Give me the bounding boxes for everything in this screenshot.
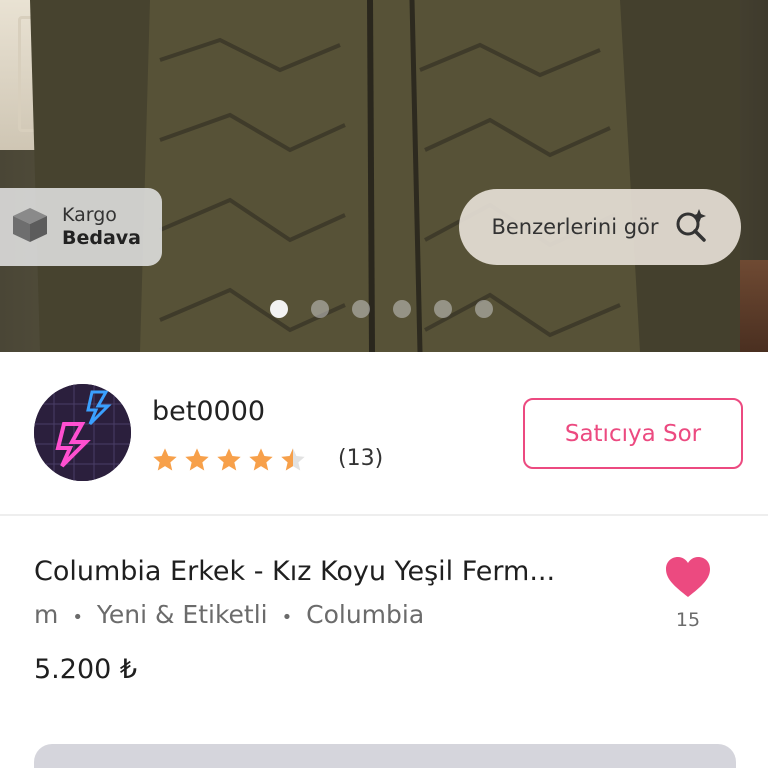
carousel-dot[interactable] xyxy=(352,300,370,318)
product-brand[interactable]: Columbia xyxy=(306,600,424,629)
carousel-dot[interactable] xyxy=(311,300,329,318)
see-similar-label: Benzerlerini gör xyxy=(491,215,659,239)
seller-rating xyxy=(151,446,307,474)
star-full-icon xyxy=(153,448,177,471)
visual-search-icon xyxy=(673,207,709,248)
free-shipping-badge: Kargo Bedava xyxy=(0,188,162,266)
free-label: Bedava xyxy=(62,227,141,249)
seller-avatar[interactable] xyxy=(34,384,131,481)
product-title: Columbia Erkek - Kız Koyu Yeşil Ferm... xyxy=(34,556,556,587)
star-full-icon xyxy=(249,448,273,471)
carousel-dot[interactable] xyxy=(475,300,493,318)
see-similar-button[interactable]: Benzerlerini gör xyxy=(459,189,741,265)
meta-separator: • xyxy=(281,607,293,628)
like-button[interactable]: 15 xyxy=(664,555,712,631)
star-full-icon xyxy=(185,448,209,471)
seller-name[interactable]: bet0000 xyxy=(152,396,265,427)
heart-icon[interactable] xyxy=(664,555,712,599)
product-meta: m • Yeni & Etiketli • Columbia xyxy=(34,600,424,629)
star-full-icon xyxy=(217,448,241,471)
product-size: m xyxy=(34,600,59,629)
rating-count: (13) xyxy=(338,446,384,471)
product-condition: Yeni & Etiketli xyxy=(96,600,268,629)
package-icon xyxy=(10,205,50,249)
star-half-icon xyxy=(281,448,305,471)
carousel-dot[interactable] xyxy=(393,300,411,318)
cargo-label: Kargo xyxy=(62,204,117,227)
meta-separator: • xyxy=(72,607,83,628)
carousel-dot[interactable] xyxy=(434,300,452,318)
like-count: 15 xyxy=(675,609,701,631)
product-price: 5.200 ₺ xyxy=(34,654,138,685)
carousel-indicator xyxy=(270,300,493,318)
ask-seller-button[interactable]: Satıcıya Sor xyxy=(523,398,743,469)
seller-section: bet0000 (13) Satıcıya Sor xyxy=(0,352,768,516)
carousel-dot[interactable] xyxy=(270,300,288,318)
bottom-action-bar[interactable] xyxy=(34,744,736,768)
product-image[interactable]: Kargo Bedava Benzerlerini gör xyxy=(0,0,768,352)
